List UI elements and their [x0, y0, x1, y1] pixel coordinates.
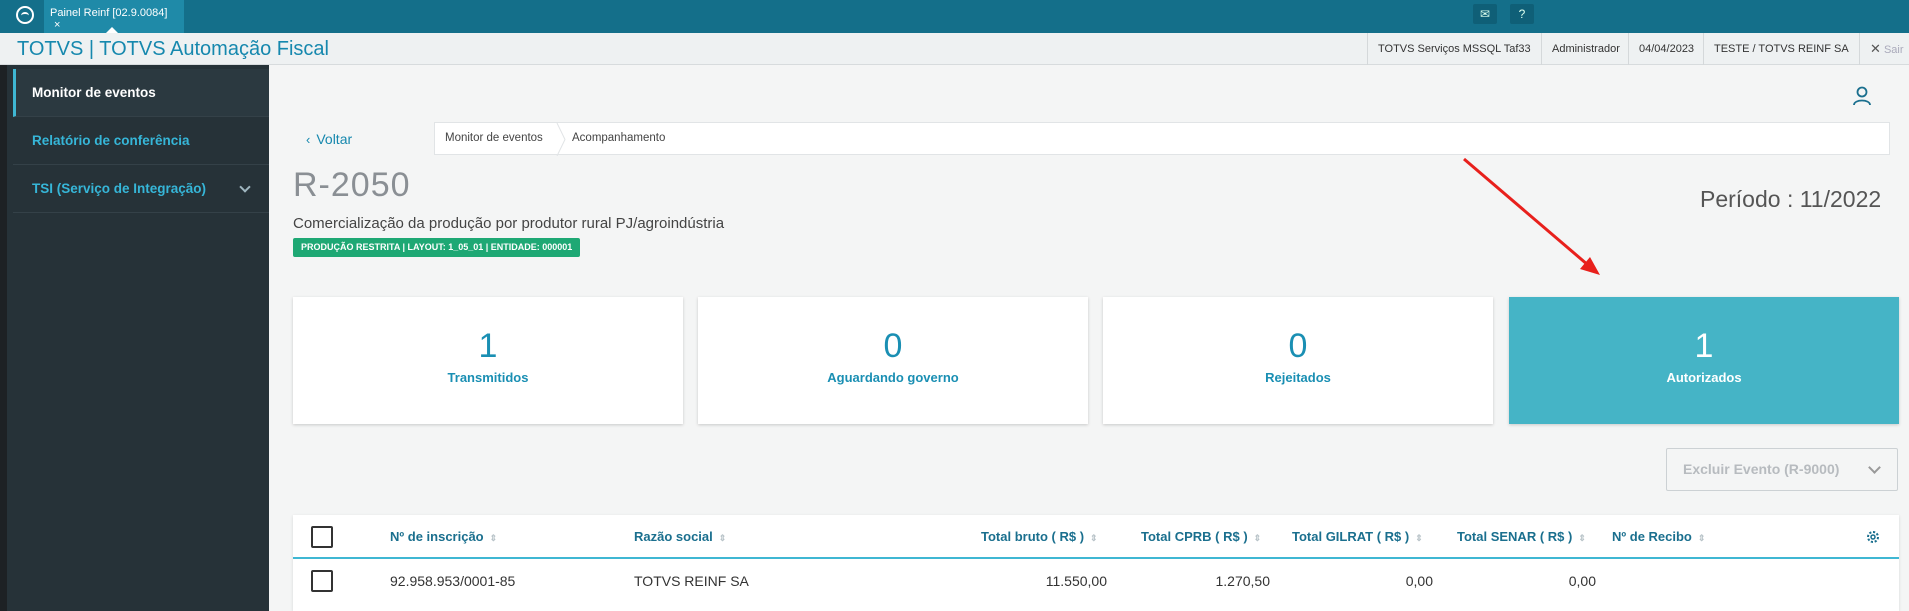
select-all-checkbox[interactable]	[311, 526, 333, 548]
card-aguardando[interactable]: 0 Aguardando governo	[698, 297, 1088, 424]
header: TOTVS | TOTVS Automação Fiscal TOTVS Ser…	[0, 33, 1909, 65]
breadcrumb: Monitor de eventos Acompanhamento	[434, 122, 1890, 156]
sidebar-item-tsi[interactable]: TSI (Serviço de Integração)	[13, 165, 269, 213]
row-checkbox[interactable]	[311, 570, 333, 592]
company-label: TESTE / TOTVS REINF SA	[1703, 33, 1849, 65]
cell-inscricao: 92.958.953/0001-85	[390, 573, 516, 589]
app-title: TOTVS | TOTVS Automação Fiscal	[17, 38, 329, 60]
chevron-down-icon	[239, 181, 251, 193]
table-header: Nº de inscrição ⇕ Razão social ⇕ Total bru…	[293, 515, 1899, 559]
sort-icon: ⇕	[1090, 533, 1098, 543]
card-value: 1	[1694, 327, 1714, 365]
card-autorizados[interactable]: 1 Autorizados	[1509, 297, 1899, 424]
sidebar-item-monitor[interactable]: Monitor de eventos	[13, 69, 269, 117]
breadcrumb-item[interactable]: Monitor de eventos	[445, 132, 543, 144]
card-label: Rejeitados	[1265, 370, 1331, 385]
sidebar-item-relatorio[interactable]: Relatório de conferência	[13, 117, 269, 165]
top-bar: Painel Reinf [02.9.0084] × ✉ ?	[0, 0, 1909, 33]
column-header-bruto[interactable]: Total bruto ( R$ ) ⇕	[981, 529, 1098, 544]
card-value: 0	[883, 327, 903, 365]
excluir-evento-button[interactable]: Excluir Evento (R-9000)	[1666, 448, 1898, 491]
card-value: 1	[478, 327, 498, 365]
user-icon[interactable]	[1852, 86, 1872, 106]
environment-label: TOTVS Serviços MSSQL Taf33	[1367, 33, 1531, 65]
breadcrumb-item: Acompanhamento	[572, 132, 666, 144]
mail-icon[interactable]: ✉	[1473, 4, 1497, 24]
column-header-razao[interactable]: Razão social ⇕	[634, 529, 726, 544]
logout-button[interactable]: ✕ Sair	[1859, 33, 1904, 65]
cell-cprb: 1.270,50	[1215, 573, 1271, 589]
column-header-inscricao[interactable]: Nº de inscrição ⇕	[390, 529, 497, 544]
column-header-cprb[interactable]: Total CPRB ( R$ ) ⇕	[1141, 529, 1261, 544]
logout-label: Sair	[1883, 44, 1904, 56]
app-logo-icon[interactable]	[16, 6, 34, 24]
column-header-senar[interactable]: Total SENAR ( R$ ) ⇕	[1457, 529, 1586, 544]
event-description: Comercialização da produção por produtor…	[293, 215, 725, 232]
sort-icon: ⇕	[1415, 533, 1423, 543]
sidebar-item-label: Relatório de conferência	[32, 133, 190, 148]
event-code: R-2050	[293, 166, 411, 204]
cell-bruto: 11.550,00	[1045, 573, 1107, 589]
back-label: Voltar	[316, 131, 353, 147]
chevron-down-icon	[1868, 461, 1881, 474]
column-header-gilrat[interactable]: Total GILRAT ( R$ ) ⇕	[1292, 529, 1423, 544]
gear-icon[interactable]	[1865, 529, 1881, 545]
close-icon: ✕	[1870, 41, 1881, 56]
sidebar-item-label: TSI (Serviço de Integração)	[32, 181, 207, 196]
environment-badge: PRODUÇÃO RESTRITA | LAYOUT: 1_05_01 | EN…	[293, 238, 581, 257]
sort-icon: ⇕	[1253, 533, 1262, 543]
sort-icon: ⇕	[1578, 533, 1586, 543]
annotation-arrow	[1463, 157, 1600, 275]
period-label: Período : 11/2022	[1700, 186, 1882, 212]
sort-icon: ⇕	[489, 533, 498, 543]
excluir-evento-label: Excluir Evento (R-9000)	[1683, 461, 1840, 477]
cell-gilrat: 0,00	[1405, 573, 1433, 589]
sidebar-item-label: Monitor de eventos	[32, 85, 156, 100]
date-label: 04/04/2023	[1628, 33, 1694, 65]
back-button[interactable]: ‹ Voltar	[306, 131, 352, 147]
tab-close-icon[interactable]: ×	[54, 19, 60, 31]
user-label: Administrador	[1541, 33, 1620, 65]
card-rejeitados[interactable]: 0 Rejeitados	[1103, 297, 1493, 424]
card-value: 0	[1288, 327, 1308, 365]
breadcrumb-separator	[556, 123, 566, 156]
cell-senar: 0,00	[1568, 573, 1596, 589]
cell-razao: TOTVS REINF SA	[634, 573, 749, 589]
sort-icon: ⇕	[718, 533, 727, 543]
card-label: Aguardando governo	[827, 370, 959, 385]
sidebar-edge	[0, 65, 7, 611]
card-label: Transmitidos	[447, 370, 529, 385]
events-table: Nº de inscrição ⇕ Razão social ⇕ Total bru…	[293, 515, 1899, 611]
column-header-recibo[interactable]: Nº de Recibo ⇕	[1612, 529, 1705, 544]
app-tab[interactable]: Painel Reinf [02.9.0084] ×	[44, 0, 184, 33]
app-tab-label: Painel Reinf [02.9.0084]	[50, 7, 168, 19]
chevron-left-icon: ‹	[306, 132, 311, 147]
card-transmitidos[interactable]: 1 Transmitidos	[293, 297, 683, 424]
sidebar: Monitor de eventos Relatório de conferên…	[0, 65, 269, 611]
card-label: Autorizados	[1666, 370, 1742, 385]
help-icon[interactable]: ?	[1510, 4, 1534, 24]
sort-icon: ⇕	[1697, 533, 1706, 543]
